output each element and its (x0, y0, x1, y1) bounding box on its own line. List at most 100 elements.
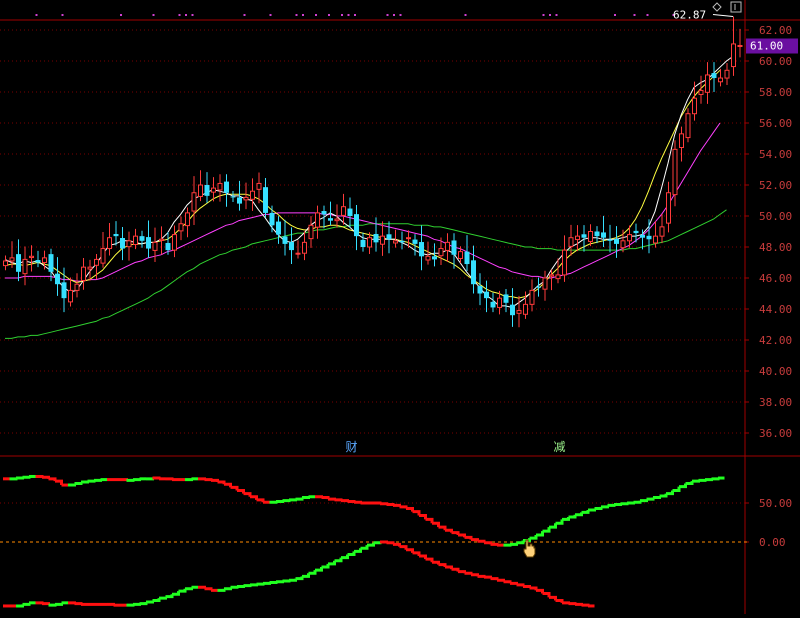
candle[interactable] (705, 62, 710, 104)
osc-lower-line-segment (451, 567, 460, 572)
candle[interactable] (510, 288, 515, 327)
candle[interactable] (81, 258, 86, 290)
candle-body (146, 237, 151, 249)
candle[interactable] (380, 221, 385, 256)
candle[interactable] (243, 182, 249, 210)
candle[interactable] (276, 216, 281, 244)
candle[interactable] (68, 277, 73, 307)
osc-lower-line-segment (22, 602, 31, 606)
candle[interactable] (737, 28, 743, 58)
candle[interactable] (679, 126, 684, 162)
candle[interactable] (471, 245, 476, 294)
osc-upper-line-segment (328, 497, 336, 501)
osc-upper-line-segment (445, 528, 453, 533)
candle-body (360, 239, 366, 247)
candle[interactable] (646, 219, 652, 254)
candle[interactable] (692, 81, 697, 121)
candle[interactable] (74, 273, 80, 298)
candle[interactable] (295, 240, 301, 259)
candle[interactable] (308, 216, 314, 248)
candle[interactable] (562, 235, 567, 282)
candle[interactable] (224, 174, 229, 207)
candle[interactable] (178, 216, 184, 241)
chart-canvas[interactable]: 62.00 60.00 58.00 56.00 54.00 52.00 50.00 48.00… (0, 0, 800, 614)
candle[interactable] (55, 257, 60, 296)
osc-upper-line-segment (48, 477, 57, 482)
candle[interactable] (198, 170, 203, 202)
osc-lower-line-segment (74, 602, 83, 606)
candle[interactable] (315, 205, 320, 239)
candle[interactable] (529, 279, 535, 312)
candle[interactable] (159, 226, 164, 255)
candle[interactable] (126, 231, 132, 261)
candle[interactable] (133, 228, 138, 250)
candle-body (705, 74, 710, 93)
candle[interactable] (347, 197, 353, 228)
candle[interactable] (516, 295, 522, 328)
candle-body (100, 248, 106, 264)
candle[interactable] (263, 178, 268, 218)
candle[interactable] (217, 174, 223, 202)
candlesticks[interactable] (3, 16, 743, 328)
candle[interactable] (614, 226, 619, 258)
candle[interactable] (250, 178, 255, 211)
candle[interactable] (666, 181, 671, 233)
candle[interactable] (659, 213, 665, 244)
candle[interactable] (146, 220, 151, 258)
candle[interactable] (568, 224, 574, 256)
osc-upper-line-segment (302, 496, 310, 500)
event-marker-dot (61, 14, 64, 16)
candle[interactable] (354, 204, 359, 251)
candle[interactable] (464, 235, 470, 272)
candle[interactable] (172, 225, 177, 258)
candle[interactable] (419, 225, 424, 271)
candle[interactable] (191, 176, 197, 225)
candle[interactable] (594, 226, 600, 244)
candle[interactable] (724, 63, 730, 86)
candle[interactable] (484, 280, 489, 313)
window-toggle-icon[interactable] (730, 1, 742, 13)
candle[interactable] (731, 16, 736, 76)
candle[interactable] (425, 241, 431, 265)
candle[interactable] (35, 250, 41, 268)
candle[interactable] (341, 193, 346, 225)
candle-body (737, 45, 743, 47)
candle[interactable] (536, 277, 541, 297)
candle[interactable] (588, 224, 593, 247)
candle[interactable] (685, 108, 691, 143)
osc-upper-line-segment (204, 478, 213, 482)
candle[interactable] (542, 270, 548, 301)
candle[interactable] (22, 246, 28, 286)
candle[interactable] (302, 231, 307, 261)
candle[interactable] (360, 232, 366, 252)
candle[interactable] (185, 207, 190, 238)
candle[interactable] (445, 233, 450, 263)
osc-lower-line-segment (230, 585, 239, 589)
candle[interactable] (282, 219, 288, 256)
candle[interactable] (289, 227, 294, 265)
candle[interactable] (29, 245, 34, 272)
candle[interactable] (120, 227, 125, 261)
candle[interactable] (393, 229, 398, 248)
stock-chart[interactable]: 62.00 60.00 58.00 56.00 54.00 52.00 50.00 48.00… (0, 0, 800, 614)
candle[interactable] (269, 205, 275, 233)
osc-upper-line-segment (698, 478, 707, 482)
candle[interactable] (373, 217, 379, 252)
candle[interactable] (204, 172, 210, 203)
candle[interactable] (16, 239, 21, 282)
candle[interactable] (321, 205, 327, 229)
candle[interactable] (601, 215, 606, 247)
candle[interactable] (139, 230, 145, 248)
oscillator-panel[interactable]: 50.00 0.00 (0, 474, 792, 608)
candle[interactable] (107, 222, 112, 256)
candle-body (510, 304, 515, 316)
candle[interactable] (477, 273, 483, 306)
candle[interactable] (113, 221, 119, 246)
diamond-icon[interactable] (712, 2, 722, 12)
candle[interactable] (711, 62, 717, 92)
candle[interactable] (490, 292, 496, 313)
candle[interactable] (230, 191, 236, 203)
candle[interactable] (3, 255, 8, 271)
osc-upper-line-segment (666, 490, 674, 496)
candle[interactable] (100, 231, 106, 268)
